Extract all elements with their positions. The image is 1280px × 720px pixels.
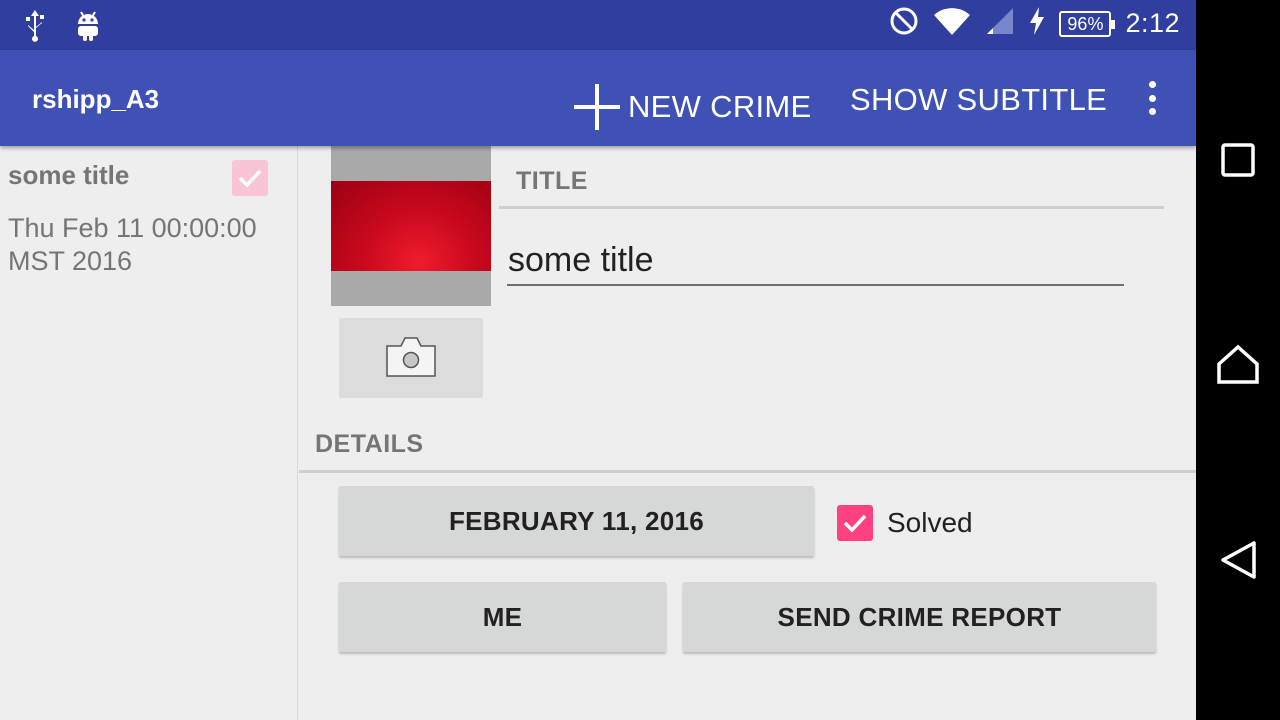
toolbar: rshipp_A3 NEW CRIME SHOW SUBTITLE [0,50,1196,146]
crime-photo [331,146,491,306]
clock: 2:12 [1125,8,1180,38]
crime-date: Thu Feb 11 00:00:00 MST 2016 [8,213,257,276]
camera-button[interactable] [339,318,483,398]
plus-icon [572,82,622,132]
battery-indicator: 96% [1059,10,1116,37]
cell-signal-icon [985,6,1015,41]
title-field[interactable] [507,236,1124,286]
charging-icon [1029,7,1045,40]
status-bar: 96% 2:12 [0,0,1196,50]
new-crime-button[interactable]: NEW CRIME [572,82,812,132]
report-button-label: SEND CRIME REPORT [777,601,1062,632]
title-section-header: TITLE [516,167,588,195]
crime-photo-image [331,181,491,271]
do-not-disturb-icon [889,6,919,41]
crime-title: some title [8,160,130,190]
list-item[interactable]: some title Thu Feb 11 00:00:00 MST 2016 [0,146,297,326]
recents-icon[interactable] [1214,136,1262,184]
camera-icon [385,334,437,383]
crime-detail: TITLE DETAILS FEBRUARY 11, 2016 Solved M… [299,146,1196,720]
date-button[interactable]: FEBRUARY 11, 2016 [339,486,814,556]
new-crime-label: NEW CRIME [628,89,812,124]
details-section-header: DETAILS [315,430,424,458]
usb-icon [22,8,48,47]
navigation-bar [1196,0,1280,720]
send-report-button[interactable]: SEND CRIME REPORT [683,582,1156,652]
home-icon[interactable] [1214,340,1262,388]
solved-checkbox-icon [232,160,268,196]
overflow-menu-icon[interactable] [1140,78,1164,118]
date-button-label: FEBRUARY 11, 2016 [448,505,705,536]
choose-suspect-button[interactable]: ME [339,582,666,652]
solved-label[interactable]: Solved [887,507,973,539]
title-divider [499,206,1164,209]
content-area: some title Thu Feb 11 00:00:00 MST 2016 … [0,146,1196,720]
show-subtitle-button[interactable]: SHOW SUBTITLE [850,82,1107,118]
details-divider [299,470,1196,473]
suspect-button-label: ME [482,601,523,632]
crime-list: some title Thu Feb 11 00:00:00 MST 2016 [0,146,298,720]
solved-checkbox[interactable] [837,505,873,541]
app-title: rshipp_A3 [32,84,160,114]
back-icon[interactable] [1214,536,1262,584]
wifi-icon [933,6,971,41]
android-debug-icon [74,8,102,47]
show-subtitle-label: SHOW SUBTITLE [850,82,1108,117]
